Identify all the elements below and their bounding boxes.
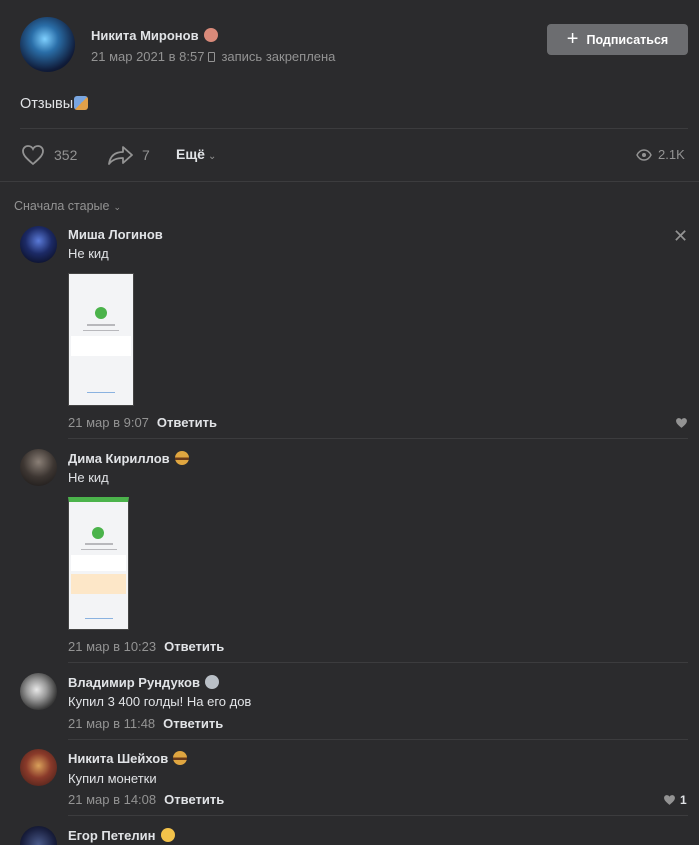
comment-author[interactable]: Дима Кириллов: [68, 451, 189, 466]
more-button[interactable]: Ещё ⌄: [176, 146, 216, 162]
plus-icon: +: [566, 27, 579, 50]
divider: [68, 739, 688, 740]
comment-time[interactable]: 21 мар в 11:48: [68, 716, 155, 731]
divider: [68, 662, 688, 663]
comment-image[interactable]: [68, 497, 129, 630]
share-button[interactable]: 7: [108, 142, 150, 168]
views: 2.1K: [636, 147, 685, 162]
alien-emoji-icon: [204, 675, 219, 689]
comment-meta: 21 мар в 14:08 Ответить: [68, 792, 224, 807]
sort-dropdown[interactable]: Сначала старые ⌄: [14, 199, 121, 213]
like-count: 352: [54, 147, 78, 163]
post-text: Отзывы: [20, 96, 89, 112]
comment-author[interactable]: Никита Шейхов: [68, 751, 188, 766]
comment-avatar[interactable]: [20, 673, 57, 710]
comment-time[interactable]: 21 мар в 10:23: [68, 639, 156, 654]
chevron-down-icon: ⌄: [207, 151, 217, 162]
chevron-down-icon: ⌄: [113, 202, 122, 212]
comment-like-count: 1: [680, 793, 687, 807]
reply-button[interactable]: Ответить: [157, 415, 217, 430]
divider: [20, 128, 688, 129]
divider: [68, 438, 688, 439]
author-avatar[interactable]: [20, 17, 75, 72]
comment-text: Купил 3 400 голды! На его дов: [68, 694, 252, 709]
subscribe-button[interactable]: + Подписаться: [547, 24, 688, 55]
post-meta: 21 мар 2021 в 8:57 запись закреплена: [91, 49, 335, 64]
comment-meta: 21 мар в 11:48 Ответить: [68, 716, 223, 731]
comment-author[interactable]: Егор Петелин: [68, 828, 175, 843]
comment-avatar[interactable]: [20, 449, 57, 486]
heart-icon: [22, 145, 44, 166]
reply-button[interactable]: Ответить: [163, 716, 223, 731]
smile-emoji-icon: [160, 828, 175, 842]
comment-avatar[interactable]: [20, 826, 57, 845]
heart-icon: [664, 795, 675, 805]
burger-emoji-icon: [173, 751, 188, 765]
theater-masks-icon: [74, 96, 89, 110]
comment-image[interactable]: [68, 273, 134, 406]
author-emoji-icon: [203, 28, 218, 42]
reply-button[interactable]: Ответить: [164, 639, 224, 654]
like-button[interactable]: 352: [20, 142, 77, 168]
post-author[interactable]: Никита Миронов: [91, 28, 218, 43]
pinned-label: запись закреплена: [221, 49, 336, 64]
comment-author[interactable]: Миша Логинов: [68, 227, 163, 242]
comment-meta: 21 мар в 9:07 Ответить: [68, 415, 217, 430]
comment-author[interactable]: Владимир Рундуков: [68, 675, 219, 690]
comment-text: Купил монетки: [68, 771, 157, 786]
share-icon: [108, 146, 133, 165]
reply-button[interactable]: Ответить: [164, 792, 224, 807]
heart-icon[interactable]: [675, 417, 688, 429]
comment-avatar[interactable]: [20, 749, 57, 786]
comment-time[interactable]: 21 мар в 14:08: [68, 792, 156, 807]
view-count: 2.1K: [658, 147, 685, 162]
comment-avatar[interactable]: [20, 226, 57, 263]
share-count: 7: [142, 147, 150, 163]
pin-icon: [208, 52, 216, 62]
comment-meta: 21 мар в 10:23 Ответить: [68, 639, 224, 654]
comment-time[interactable]: 21 мар в 9:07: [68, 415, 149, 430]
comment-like-button[interactable]: 1: [663, 793, 687, 807]
comment-text: Не кид: [68, 470, 109, 485]
burger-emoji-icon: [174, 451, 189, 465]
post-date[interactable]: 21 мар 2021 в 8:57: [91, 49, 204, 64]
divider: [0, 181, 699, 182]
eye-icon: [636, 148, 652, 161]
divider: [68, 815, 688, 816]
comment-text: Не кид: [68, 246, 109, 261]
close-icon[interactable]: ✕: [673, 226, 688, 247]
subscribe-label: Подписаться: [586, 32, 669, 47]
